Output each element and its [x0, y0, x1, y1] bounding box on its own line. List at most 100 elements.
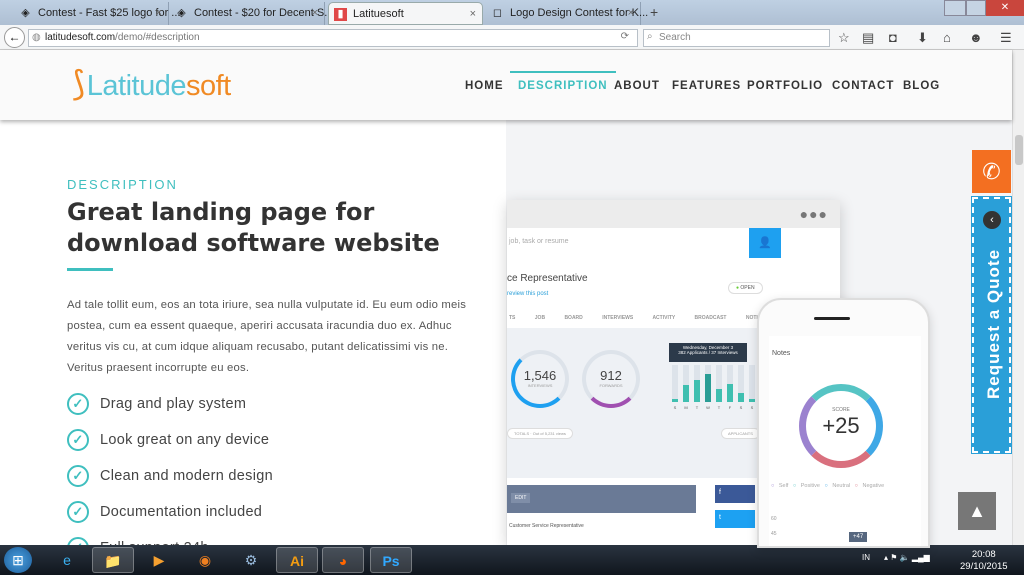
score-donut: SCORE +25: [799, 384, 883, 468]
scroll-to-top-button[interactable]: ▲: [958, 492, 996, 530]
url-bar[interactable]: ◍ latitudesoft.com/demo/#description ⟳: [28, 29, 638, 47]
site-header: ⟆Latitudesoft HOME DESCRIPTION ABOUT FEA…: [0, 50, 1012, 120]
feature-item: ✓ Look great on any device: [67, 429, 269, 451]
taskbar: ⊞ e 📁 ▶ ◉ ⚙ Ai ◕ Ps IN ▴ ⚑ 🔈 ▂▄▆ 20:08 29…: [0, 545, 1024, 575]
nav-blog[interactable]: BLOG: [903, 80, 940, 92]
feature-item: ✓ Drag and play system: [67, 393, 246, 415]
tab-contest-2[interactable]: ◈ Contest - $20 for Decent S... ×: [170, 2, 333, 25]
pocket-icon[interactable]: ◘: [889, 30, 897, 45]
forwards-ring: 912 FORWARDS: [582, 350, 640, 408]
download-icon[interactable]: ⬇: [917, 30, 928, 46]
start-button[interactable]: ⊞: [4, 547, 32, 573]
bar: [749, 399, 755, 402]
bar-track: [672, 365, 678, 402]
new-tab-button[interactable]: +: [650, 4, 658, 20]
menu-icon[interactable]: ☰: [1000, 30, 1012, 46]
bar: [727, 384, 733, 402]
bar: [672, 399, 678, 402]
site-icon: ◈: [177, 7, 186, 19]
home-icon[interactable]: ⌂: [943, 30, 951, 45]
dots-icon: ●●●: [799, 206, 828, 222]
reload-icon[interactable]: ⟳: [621, 31, 629, 42]
bar: [738, 393, 744, 402]
mockup-search: job, task or resume: [509, 238, 569, 245]
blender-icon[interactable]: ◉: [184, 547, 226, 573]
bar: [705, 373, 711, 402]
media-player-icon[interactable]: ▶: [138, 547, 180, 573]
check-icon: ✓: [67, 393, 89, 415]
add-user-icon: 👤: [749, 228, 781, 258]
page-title: Great landing page for download software…: [67, 198, 440, 257]
tray-icons[interactable]: ▴ ⚑ 🔈 ▂▄▆: [884, 553, 930, 562]
close-icon[interactable]: ×: [312, 7, 318, 19]
bar-track: [749, 365, 755, 402]
close-icon[interactable]: ×: [156, 7, 162, 19]
language-indicator[interactable]: IN: [862, 553, 870, 562]
site-icon: ▮: [334, 8, 347, 21]
close-icon[interactable]: ×: [628, 7, 634, 19]
minimize-button[interactable]: [944, 0, 966, 16]
twitter-icon: t: [715, 510, 755, 528]
tab-logo-contest[interactable]: ◻ Logo Design Contest for K... ×: [486, 2, 648, 25]
steam-icon[interactable]: ⚙: [230, 547, 272, 573]
close-icon[interactable]: ×: [470, 8, 476, 20]
reading-list-icon[interactable]: ▤: [862, 30, 874, 46]
bar-day-label: S: [673, 405, 677, 410]
tab-latituesoft[interactable]: ▮ Latituesoft ×: [328, 2, 483, 25]
nav-features[interactable]: FEATURES: [672, 80, 741, 92]
page-scrollbar[interactable]: [1012, 50, 1024, 545]
scrollbar-thumb[interactable]: [1015, 135, 1023, 165]
call-button[interactable]: ✆: [972, 150, 1011, 193]
logo[interactable]: ⟆Latitudesoft: [72, 64, 231, 104]
clock[interactable]: 20:08 29/10/2015: [960, 549, 1008, 573]
mockup-titlebar: ●●●: [507, 200, 840, 228]
tab-bar: ◈ Contest - Fast $25 logo for ... × ◈ Conte…: [0, 0, 1024, 25]
explorer-icon[interactable]: 📁: [92, 547, 134, 573]
ie-icon[interactable]: e: [46, 547, 88, 573]
tab-contest-1[interactable]: ◈ Contest - Fast $25 logo for ... ×: [14, 2, 180, 25]
edit-bar: EDIT: [507, 485, 696, 513]
close-window-button[interactable]: ✕: [986, 0, 1024, 16]
mockup-preview: review this post: [507, 291, 549, 297]
request-quote-button[interactable]: ‹ Request a Quote: [971, 196, 1012, 454]
bar-day-label: M: [684, 405, 688, 410]
search-icon: ⌕: [647, 31, 653, 42]
bar-day-label: T: [717, 405, 721, 410]
applicants-pill: APPLICANTS: [721, 428, 760, 439]
notes-title: Notes: [772, 350, 791, 357]
score-legend: ○ Self ○ Positive ○ Neutral ○ Negative: [771, 483, 885, 489]
firefox-icon[interactable]: ◕: [322, 547, 364, 573]
site-icon: ◈: [21, 7, 30, 19]
value-badge: +47: [849, 532, 868, 542]
section-kicker: DESCRIPTION: [67, 177, 178, 192]
description-paragraph: Ad tale tollit eum, eos an tota iriure, …: [67, 299, 467, 374]
check-icon: ✓: [67, 501, 89, 523]
interviews-ring: 1,546 INTERVIEWS: [511, 350, 569, 408]
chat-icon[interactable]: ☻: [969, 30, 983, 45]
mockup-job-title: ce Representative: [507, 273, 588, 284]
nav-contact[interactable]: CONTACT: [832, 80, 894, 92]
nav-description[interactable]: DESCRIPTION: [510, 71, 616, 92]
nav-home[interactable]: HOME: [465, 80, 504, 92]
search-input[interactable]: ⌕ Search: [643, 29, 830, 47]
open-badge: ● OPEN: [728, 282, 763, 294]
maximize-button[interactable]: [966, 0, 986, 16]
bar: [716, 388, 722, 402]
nav-about[interactable]: ABOUT: [614, 80, 660, 92]
phone-icon: ✆: [982, 159, 1001, 184]
nav-bar: ← ◍ latitudesoft.com/demo/#description ⟳ ⌕…: [0, 25, 1024, 50]
logo-mark-icon: ⟆: [72, 65, 85, 103]
bookmark-star-icon[interactable]: ☆: [838, 30, 850, 46]
axis-label: 45: [771, 531, 777, 537]
phone-mockup: Notes SCORE +25 ○ Self ○ Positive ○ Neutr…: [757, 298, 930, 548]
bar-day-label: S: [739, 405, 743, 410]
nav-portfolio[interactable]: PORTFOLIO: [747, 80, 823, 92]
title-underline: [67, 268, 113, 271]
back-button[interactable]: ←: [4, 27, 25, 48]
bar: [683, 384, 689, 402]
bar-day-label: S: [750, 405, 754, 410]
photoshop-icon[interactable]: Ps: [370, 547, 412, 573]
window-controls: ✕: [944, 0, 1024, 18]
axis-label: 60: [771, 516, 777, 522]
illustrator-icon[interactable]: Ai: [276, 547, 318, 573]
